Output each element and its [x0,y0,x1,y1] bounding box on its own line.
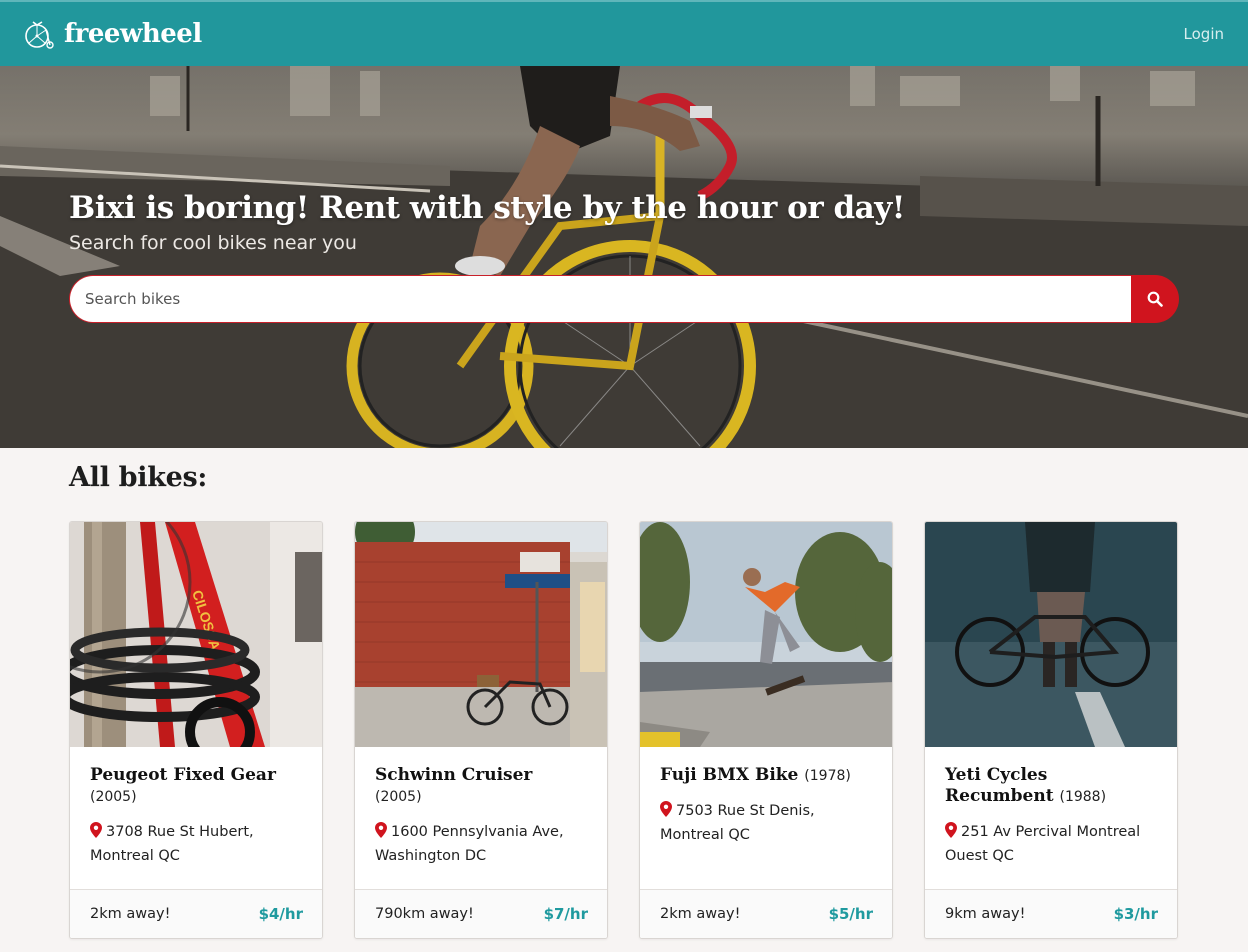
search-bar [69,275,1179,323]
bike-year: (1978) [804,768,851,784]
search-button[interactable] [1131,275,1179,323]
card-footer: 2km away! $4/hr [70,889,322,938]
search-icon [1147,291,1163,307]
map-pin-icon [375,822,387,838]
bike-name: Schwinn Cruiser [375,765,533,785]
bike-card[interactable]: Yeti Cycles Recumbent (1988) 251 Av Perc… [924,521,1178,939]
top-navbar: freewheel Login [0,0,1248,66]
hero-subtitle: Search for cool bikes near you [69,232,357,254]
card-footer: 790km away! $7/hr [355,889,607,938]
bike-name: Yeti Cycles Recumbent [945,765,1054,806]
bike-location: 7503 Rue St Denis, Montreal QC [660,799,872,847]
map-pin-icon [90,822,102,838]
hero-title: Bixi is boring! Rent with style by the h… [69,190,905,226]
bike-name: Peugeot Fixed Gear [90,765,276,785]
bike-year: (2005) [90,789,137,805]
bike-address: 7503 Rue St Denis, Montreal QC [660,803,815,843]
bike-card[interactable]: Schwinn Cruiser (2005) 1600 Pennsylvania… [354,521,608,939]
card-footer: 2km away! $5/hr [640,889,892,938]
bike-distance: 9km away! [945,906,1026,922]
brand-link[interactable]: freewheel [22,18,202,50]
bike-address: 3708 Rue St Hubert, Montreal QC [90,824,254,864]
bike-name: Fuji BMX Bike [660,765,799,785]
bike-address: 1600 Pennsylvania Ave, Washington DC [375,824,564,864]
bike-photo [640,522,892,747]
bike-distance: 790km away! [375,906,474,922]
hero-banner: Bixi is boring! Rent with style by the h… [0,66,1248,448]
penny-farthing-icon [25,21,54,49]
bike-price: $4/hr [258,905,303,923]
bike-distance: 2km away! [90,906,171,922]
bike-price: $7/hr [543,905,588,923]
bike-card[interactable]: Fuji BMX Bike (1978) 7503 Rue St Denis, … [639,521,893,939]
search-input[interactable] [69,275,1131,323]
section-title: All bikes: [69,462,208,493]
bike-year: (1988) [1059,789,1107,805]
bike-price: $5/hr [828,905,873,923]
bike-card[interactable]: CILOSSA Peugeot Fixed Gear (2005) 3708 R… [69,521,323,939]
bike-price: $3/hr [1113,905,1158,923]
card-footer: 9km away! $3/hr [925,889,1177,938]
bike-address: 251 Av Percival Montreal Ouest QC [945,824,1141,864]
hero-background-photo [0,66,1248,448]
login-link[interactable]: Login [1184,25,1224,43]
bike-location: 1600 Pennsylvania Ave, Washington DC [375,820,587,868]
map-pin-icon [945,822,957,838]
bike-card-list: CILOSSA Peugeot Fixed Gear (2005) 3708 R… [69,521,1179,939]
bike-photo [925,522,1177,747]
brand-name: freewheel [64,19,202,49]
bike-photo: CILOSSA [70,522,322,747]
bike-distance: 2km away! [660,906,741,922]
bike-year: (2005) [375,789,422,805]
bike-location: 3708 Rue St Hubert, Montreal QC [90,820,302,868]
map-pin-icon [660,801,672,817]
bike-photo [355,522,607,747]
bike-location: 251 Av Percival Montreal Ouest QC [945,820,1157,868]
